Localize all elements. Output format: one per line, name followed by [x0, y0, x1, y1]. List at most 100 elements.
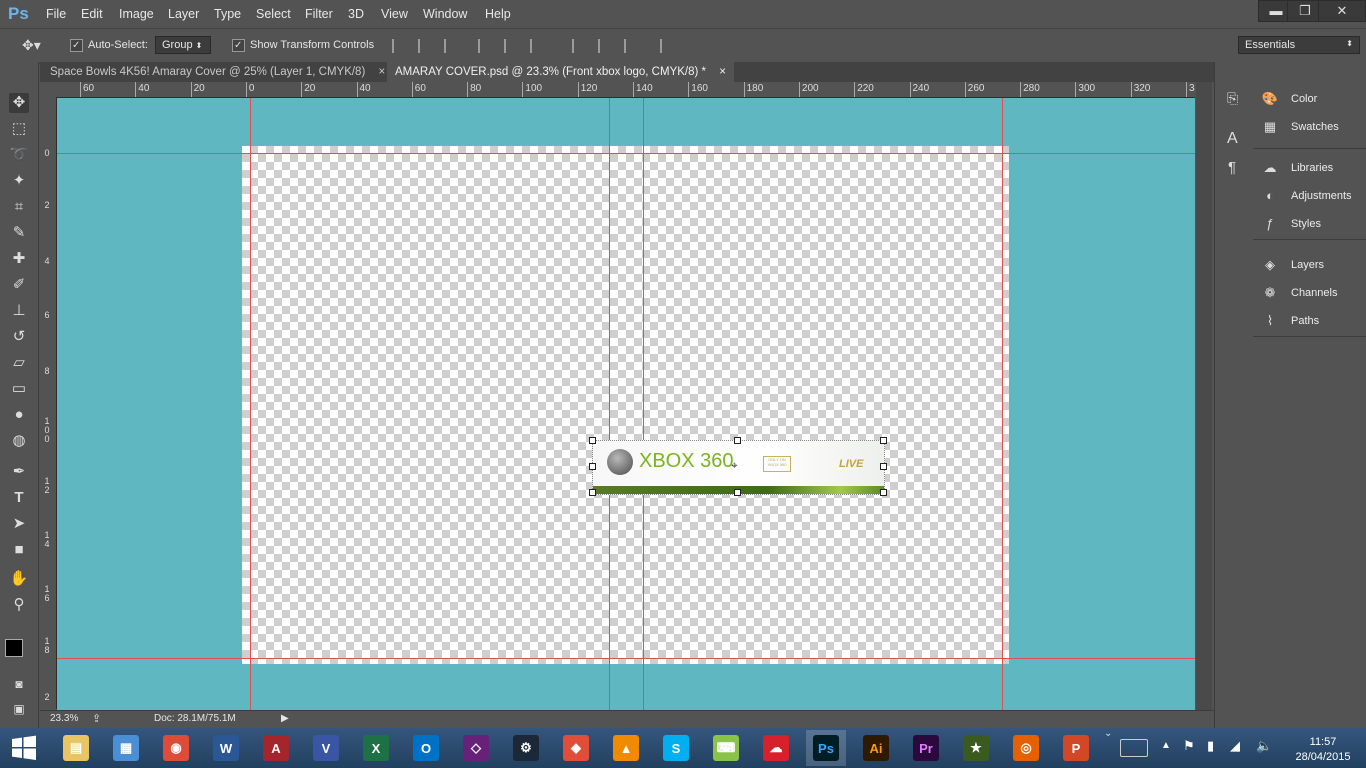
- path-selection-icon[interactable]: ➤: [9, 514, 29, 534]
- distribute-vcenter-icon[interactable]: [598, 39, 614, 53]
- status-menu-arrow[interactable]: ▶: [281, 713, 289, 724]
- menu-help[interactable]: Help: [485, 7, 511, 21]
- pen-tool-icon[interactable]: ✒: [9, 462, 29, 482]
- lasso-tool-icon[interactable]: ➰: [9, 145, 29, 165]
- align-left-icon[interactable]: [478, 39, 494, 53]
- blur-tool-icon[interactable]: ●: [9, 405, 29, 425]
- transform-handle[interactable]: [589, 489, 596, 496]
- taskbar-creative-cloud[interactable]: ☁: [756, 730, 796, 766]
- move-tool-icon[interactable]: ✥: [9, 93, 29, 113]
- system-clock[interactable]: 11:57 28/04/2015: [1283, 735, 1363, 765]
- vertical-ruler[interactable]: 0 2 4 6 8 100 12 14 16 18 2: [40, 97, 57, 709]
- history-brush-icon[interactable]: ↺: [9, 327, 29, 347]
- guide-vertical[interactable]: [1002, 98, 1003, 710]
- eraser-tool-icon[interactable]: ▱: [9, 353, 29, 373]
- taskbar-access[interactable]: A: [256, 730, 296, 766]
- align-top-icon[interactable]: [392, 39, 408, 53]
- workspace-dropdown[interactable]: Essentials ⬍: [1238, 36, 1360, 54]
- canvas-area[interactable]: XBOX 360 ONLY ON XBOX 360 LIVE ⌖: [57, 98, 1195, 710]
- taskbar-control-panel[interactable]: ▦: [106, 730, 146, 766]
- type-tool-icon[interactable]: T: [9, 488, 29, 508]
- taskbar-keyboard[interactable]: ⌨: [706, 730, 746, 766]
- reference-point-icon[interactable]: ⌖: [731, 458, 738, 473]
- healing-brush-icon[interactable]: ✚: [9, 249, 29, 269]
- windows-start-icon[interactable]: [10, 735, 38, 761]
- align-hcenter-icon[interactable]: [504, 39, 520, 53]
- taskbar-outlook[interactable]: O: [406, 730, 446, 766]
- close-button[interactable]: ✕: [1318, 0, 1366, 22]
- zoom-level[interactable]: 23.3%: [50, 713, 78, 724]
- brush-tool-icon[interactable]: ✐: [9, 275, 29, 295]
- battery-icon[interactable]: ▮: [1207, 738, 1214, 754]
- taskbar-photoshop[interactable]: Ps: [806, 730, 846, 766]
- taskbar-word[interactable]: W: [206, 730, 246, 766]
- taskbar-premiere[interactable]: Pr: [906, 730, 946, 766]
- transform-handle[interactable]: [880, 489, 887, 496]
- menu-window[interactable]: Window: [423, 7, 467, 21]
- taskbar-file-explorer[interactable]: ▤: [56, 730, 96, 766]
- menu-3d[interactable]: 3D: [348, 7, 364, 21]
- magic-wand-icon[interactable]: ✦: [9, 171, 29, 191]
- ruler-origin[interactable]: [40, 82, 58, 98]
- taskbar-skype[interactable]: S: [656, 730, 696, 766]
- taskbar-vlc[interactable]: ▲: [606, 730, 646, 766]
- guide-vertical[interactable]: [643, 98, 644, 710]
- transform-handle[interactable]: [589, 437, 596, 444]
- taskbar-firefox[interactable]: ◎: [1006, 730, 1046, 766]
- zoom-tool-icon[interactable]: ⚲: [9, 595, 29, 615]
- transform-handle[interactable]: [589, 463, 596, 470]
- overflow-chevron-icon[interactable]: ⌄: [1104, 728, 1112, 739]
- menu-edit[interactable]: Edit: [81, 7, 103, 21]
- taskbar-illustrator[interactable]: Ai: [856, 730, 896, 766]
- character-icon[interactable]: A: [1227, 130, 1238, 148]
- menu-filter[interactable]: Filter: [305, 7, 333, 21]
- screen-mode-icon[interactable]: ▣: [9, 699, 29, 719]
- auto-select-dropdown[interactable]: Group ⬍: [155, 36, 211, 54]
- dodge-tool-icon[interactable]: ◍: [9, 431, 29, 451]
- guide-vertical[interactable]: [250, 98, 251, 710]
- menu-layer[interactable]: Layer: [168, 7, 199, 21]
- transform-handle[interactable]: [880, 437, 887, 444]
- menu-image[interactable]: Image: [119, 7, 154, 21]
- menu-file[interactable]: File: [46, 7, 66, 21]
- menu-type[interactable]: Type: [214, 7, 241, 21]
- guide-horizontal[interactable]: [57, 658, 1195, 659]
- horizontal-ruler[interactable]: 60 40 20 0 20 40 60 80 100 120 140 160 180 200 220 240 2…: [57, 82, 1195, 98]
- quick-mask-icon[interactable]: ◙: [9, 674, 29, 694]
- flag-icon[interactable]: ⚑: [1183, 738, 1195, 754]
- rectangle-tool-icon[interactable]: ■: [9, 540, 29, 560]
- move-tool-preset-icon[interactable]: ✥▾: [22, 37, 41, 54]
- hand-tool-icon[interactable]: ✋: [9, 569, 29, 589]
- paragraph-icon[interactable]: ¶: [1228, 159, 1236, 176]
- history-icon[interactable]: ⎘: [1227, 90, 1238, 107]
- gradient-tool-icon[interactable]: ▭: [9, 379, 29, 399]
- transform-handle[interactable]: [734, 437, 741, 444]
- clone-stamp-icon[interactable]: ⊥: [9, 301, 29, 321]
- menu-select[interactable]: Select: [256, 7, 291, 21]
- guide-horizontal[interactable]: [57, 153, 1195, 154]
- network-signal-icon[interactable]: ◢: [1230, 738, 1240, 754]
- taskbar-visio[interactable]: V: [306, 730, 346, 766]
- close-tab-icon[interactable]: ×: [719, 66, 726, 78]
- auto-align-icon[interactable]: [660, 39, 676, 53]
- taskbar-hudl[interactable]: ★: [956, 730, 996, 766]
- distribute-bottom-icon[interactable]: [624, 39, 640, 53]
- guide-vertical[interactable]: [609, 98, 610, 710]
- transform-handle[interactable]: [734, 489, 741, 496]
- vertical-scrollbar[interactable]: [1196, 82, 1212, 710]
- close-tab-icon[interactable]: ×: [378, 66, 385, 78]
- xbox-logo-layer[interactable]: XBOX 360 ONLY ON XBOX 360 LIVE: [592, 440, 885, 495]
- keyboard-icon[interactable]: [1120, 739, 1148, 757]
- taskbar-chrome[interactable]: ◉: [156, 730, 196, 766]
- taskbar-git[interactable]: ◆: [556, 730, 596, 766]
- taskbar-visual-studio[interactable]: ◇: [456, 730, 496, 766]
- align-right-icon[interactable]: [530, 39, 546, 53]
- auto-select-checkbox[interactable]: [70, 39, 83, 52]
- align-vcenter-icon[interactable]: [418, 39, 434, 53]
- document-canvas[interactable]: [242, 146, 1009, 664]
- distribute-top-icon[interactable]: [572, 39, 588, 53]
- transform-handle[interactable]: [880, 463, 887, 470]
- volume-icon[interactable]: 🔈: [1256, 738, 1272, 754]
- marquee-tool-icon[interactable]: ⬚: [9, 119, 29, 139]
- eyedropper-icon[interactable]: ✎: [9, 223, 29, 243]
